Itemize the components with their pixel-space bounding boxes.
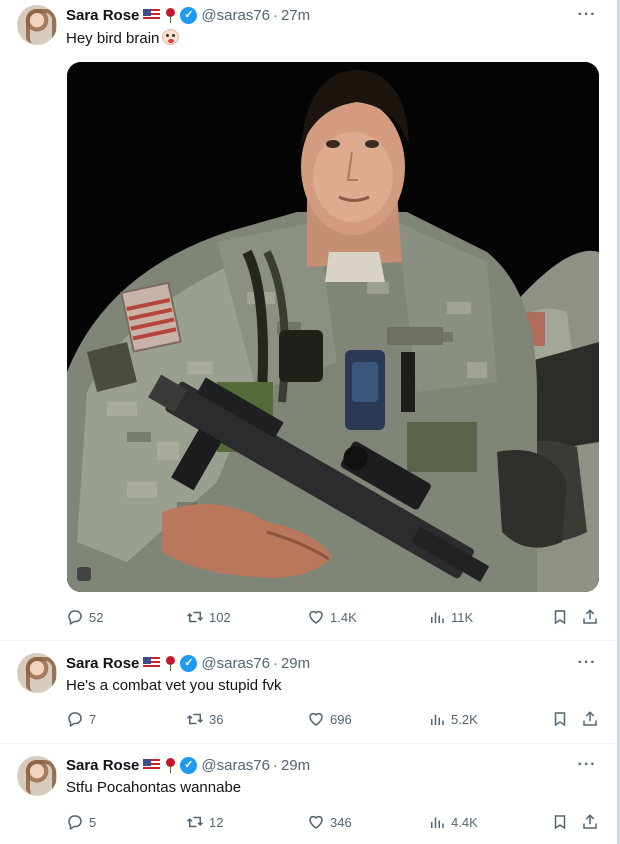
reply-count: 7 — [89, 711, 97, 727]
us-flag-icon — [143, 657, 161, 669]
tweet-text-content: Hey bird brain — [66, 30, 160, 47]
bookmark-icon — [554, 712, 566, 727]
bookmark-button[interactable] — [551, 606, 574, 628]
share-icon — [583, 609, 597, 624]
rose-icon — [164, 757, 176, 773]
views-button[interactable]: 4.4K — [428, 811, 478, 833]
author-name[interactable]: Sara Rose — [66, 655, 139, 672]
bookmark-icon — [554, 610, 566, 625]
views-count: 11K — [451, 609, 474, 625]
tweet-actions: 7 36 696 5.2K — [66, 708, 606, 730]
tweet-text: Hey bird brain — [66, 29, 180, 47]
separator-dot: · — [272, 756, 278, 774]
share-icon — [583, 814, 597, 829]
author-handle[interactable]: @saras76 — [201, 757, 270, 774]
reply-icon — [68, 815, 82, 831]
more-options-button[interactable]: ··· — [575, 757, 599, 779]
bookmark-icon — [554, 815, 566, 830]
bookmark-button[interactable] — [551, 811, 574, 833]
verified-icon: ✓ — [180, 654, 198, 672]
more-options-button[interactable]: ··· — [575, 7, 599, 29]
retweet-button[interactable]: 36 — [186, 708, 223, 730]
like-button[interactable]: 346 — [307, 811, 352, 833]
views-button[interactable]: 5.2K — [428, 708, 478, 730]
us-flag-icon — [143, 759, 161, 771]
separator-dot: · — [272, 6, 278, 24]
like-button[interactable]: 1.4K — [307, 606, 357, 628]
more-options-button[interactable]: ··· — [575, 655, 599, 677]
share-button[interactable] — [581, 606, 604, 628]
retweet-count: 12 — [209, 814, 224, 830]
tweet-text: He's a combat vet you stupid fvk — [66, 677, 282, 694]
views-icon — [431, 714, 444, 725]
tweet-header: Sara Rose ✓ @saras76 · 29m — [66, 755, 310, 775]
tweet-actions: 5 12 346 4.4K — [66, 811, 606, 833]
like-button[interactable]: 696 — [307, 708, 352, 730]
views-icon — [431, 817, 444, 828]
avatar[interactable] — [17, 653, 57, 693]
verified-icon: ✓ — [180, 6, 198, 24]
reply-count: 52 — [89, 609, 104, 625]
like-count: 696 — [330, 711, 352, 727]
views-button[interactable]: 11K — [428, 606, 473, 628]
tweet-header: Sara Rose ✓ @saras76 · 29m — [66, 653, 310, 673]
tweet-timestamp[interactable]: 27m — [281, 7, 310, 24]
author-handle[interactable]: @saras76 — [201, 7, 270, 24]
like-icon — [309, 815, 323, 829]
reply-icon — [68, 610, 82, 626]
tweet-timestamp[interactable]: 29m — [281, 757, 310, 774]
verified-icon: ✓ — [180, 756, 198, 774]
tweet[interactable]: Sara Rose ✓ @saras76 · 29m ··· Stfu Poca… — [0, 744, 617, 844]
share-button[interactable] — [581, 708, 604, 730]
tweet[interactable]: Sara Rose ✓ @saras76 · 27m ··· Hey bird … — [0, 0, 617, 640]
reply-button[interactable]: 5 — [66, 811, 96, 833]
author-name[interactable]: Sara Rose — [66, 7, 139, 24]
soldier-photo — [67, 62, 599, 592]
share-button[interactable] — [581, 811, 604, 833]
reply-button[interactable]: 52 — [66, 606, 103, 628]
tweet[interactable]: Sara Rose ✓ @saras76 · 29m ··· He's a co… — [0, 641, 617, 743]
reply-count: 5 — [89, 814, 97, 830]
share-icon — [583, 711, 597, 726]
rose-icon — [164, 655, 176, 671]
clown-emoji — [162, 29, 180, 45]
retweet-button[interactable]: 102 — [186, 606, 231, 628]
reply-button[interactable]: 7 — [66, 708, 96, 730]
tweet-actions: 52 102 1.4K 11K — [66, 606, 606, 628]
retweet-count: 36 — [209, 711, 224, 727]
retweet-icon — [186, 611, 204, 623]
retweet-button[interactable]: 12 — [186, 811, 223, 833]
reply-icon — [68, 712, 82, 728]
like-count: 346 — [330, 814, 352, 830]
separator-dot: · — [272, 654, 278, 672]
bookmark-button[interactable] — [551, 708, 574, 730]
avatar[interactable] — [17, 756, 57, 796]
retweet-icon — [186, 713, 204, 725]
views-icon — [431, 612, 444, 623]
like-icon — [309, 610, 323, 624]
retweet-icon — [186, 816, 204, 828]
tweet-timestamp[interactable]: 29m — [281, 655, 310, 672]
tweet-media-photo[interactable] — [67, 62, 599, 592]
views-count: 5.2K — [451, 711, 478, 727]
like-count: 1.4K — [330, 609, 357, 625]
author-name[interactable]: Sara Rose — [66, 757, 139, 774]
rose-icon — [164, 7, 176, 23]
us-flag-icon — [143, 9, 161, 21]
author-handle[interactable]: @saras76 — [201, 655, 270, 672]
tweet-text: Stfu Pocahontas wannabe — [66, 779, 242, 796]
views-count: 4.4K — [451, 814, 478, 830]
retweet-count: 102 — [209, 609, 231, 625]
like-icon — [309, 712, 323, 726]
tweet-header: Sara Rose ✓ @saras76 · 27m — [66, 5, 310, 25]
avatar[interactable] — [17, 5, 57, 45]
